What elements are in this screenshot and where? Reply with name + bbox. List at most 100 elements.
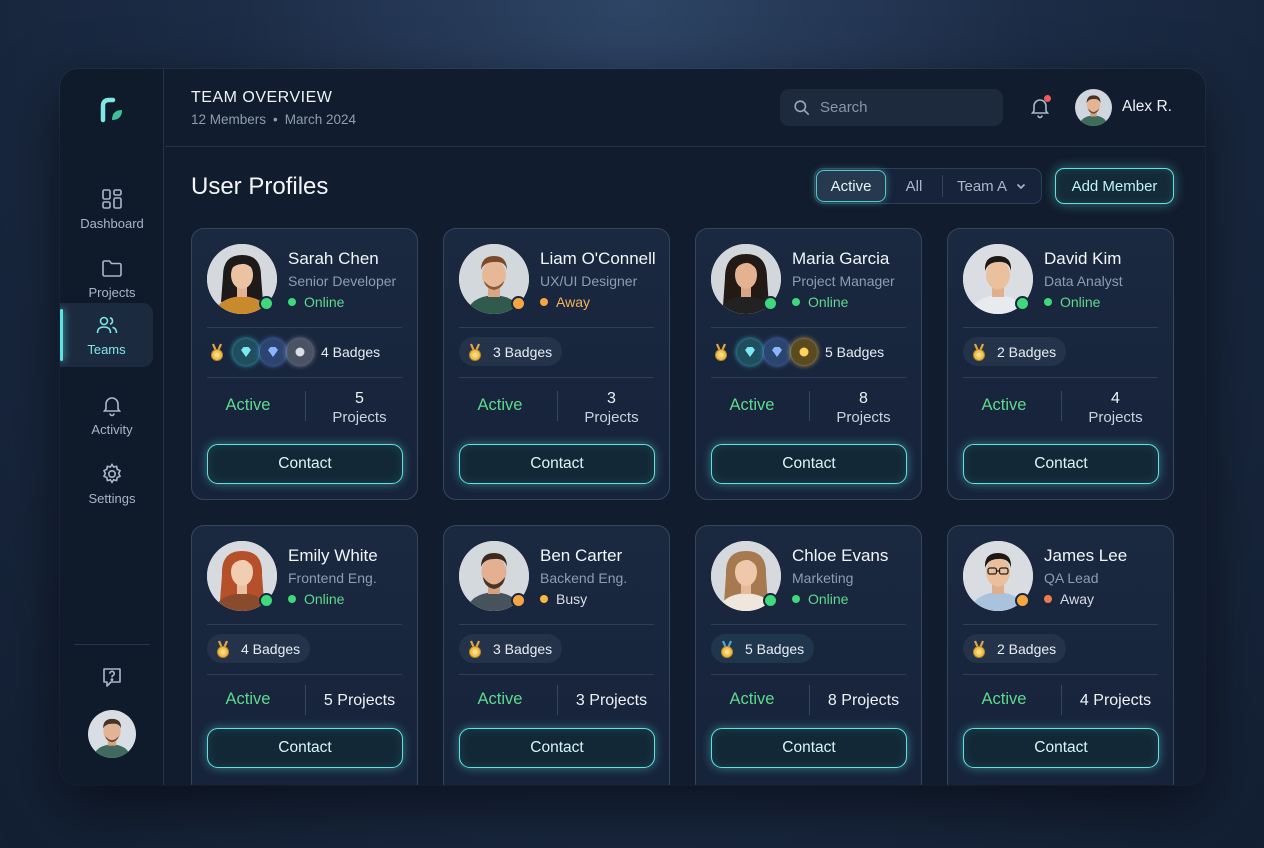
folder-icon	[102, 260, 122, 277]
badges-pill[interactable]: 3 Badges	[459, 337, 563, 366]
help-icon[interactable]	[100, 665, 124, 689]
badges-count: 3 Badges	[493, 343, 553, 360]
activity-status: Active	[729, 396, 775, 414]
status-indicator	[288, 298, 296, 306]
sidebar-item-dashboard[interactable]: Dashboard	[60, 177, 164, 241]
search-input[interactable]	[820, 99, 980, 116]
contact-button[interactable]: Contact	[207, 444, 403, 484]
user-avatar[interactable]	[1075, 89, 1112, 126]
card-divider	[207, 674, 402, 675]
separator-dot: •	[273, 112, 278, 127]
activity-status: Active	[225, 396, 271, 414]
medal-icon	[972, 639, 986, 659]
status-label: Away	[1060, 591, 1094, 607]
projects-stat: 5 Projects	[323, 692, 396, 709]
sidebar-item-projects[interactable]: Projects	[60, 246, 164, 310]
notifications-button[interactable]	[1028, 95, 1052, 119]
sidebar-item-label: Projects	[88, 285, 136, 300]
profile-card: Maria Garcia Project Manager Online 5 Ba…	[695, 228, 922, 500]
profile-role: Project Manager	[792, 273, 895, 289]
card-divider	[711, 674, 906, 675]
sidebar-item-activity[interactable]: Activity	[60, 383, 164, 447]
card-divider	[963, 624, 1158, 625]
stat-divider	[305, 391, 306, 421]
card-divider	[711, 377, 906, 378]
profile-status: Away	[1044, 591, 1094, 607]
status-indicator	[1044, 595, 1052, 603]
sidebar: Dashboard Projects Teams Activity Settin…	[60, 69, 164, 785]
contact-button[interactable]: Contact	[711, 444, 907, 484]
sidebar-item-label: Activity	[91, 422, 133, 437]
profile-status: Online	[792, 591, 848, 607]
profile-role: Data Analyst	[1044, 273, 1123, 289]
badges-pill[interactable]: 2 Badges	[963, 337, 1067, 366]
contact-button[interactable]: Contact	[207, 728, 403, 768]
avatar-portrait	[88, 710, 136, 758]
app-logo-icon[interactable]	[98, 96, 126, 124]
sidebar-item-settings[interactable]: Settings	[60, 452, 164, 516]
contact-button[interactable]: Contact	[711, 728, 907, 768]
gold-badge-icon	[791, 338, 817, 365]
status-label: Online	[808, 294, 849, 310]
contact-button[interactable]: Contact	[459, 444, 655, 484]
profile-status: Online	[792, 294, 848, 310]
projects-stat: 8 Projects	[827, 692, 900, 709]
badges-pill[interactable]: 5 Badges	[711, 634, 815, 663]
medal-icon	[972, 342, 986, 362]
profile-status: Busy	[540, 591, 587, 607]
profile-name: Ben Carter	[540, 546, 623, 565]
card-divider	[963, 377, 1158, 378]
stat-divider	[557, 685, 558, 715]
status-label: Online	[808, 591, 849, 607]
projects-stat: 3 Projects	[575, 692, 648, 709]
profile-card: James Lee QA Lead Away 2 Badges Active 4…	[947, 525, 1174, 785]
badges-count: 3 Badges	[493, 640, 553, 657]
page-section-title: TEAM OVERVIEW	[191, 89, 333, 106]
away-status-dot	[1015, 593, 1030, 608]
user-name[interactable]: Alex R.	[1122, 98, 1172, 116]
diamond-badge-icon	[260, 338, 286, 365]
add-member-button[interactable]: Add Member	[1055, 168, 1174, 204]
search-icon	[794, 100, 810, 116]
crystal-badge-icon	[287, 338, 313, 365]
profile-status: Online	[1044, 294, 1100, 310]
stat-divider	[809, 685, 810, 715]
filter-all-button[interactable]: All	[886, 169, 942, 203]
notification-dot	[1044, 95, 1051, 102]
sidebar-divider	[74, 644, 150, 645]
sidebar-item-label: Settings	[88, 491, 136, 506]
badges-row[interactable]: 4 Badges	[207, 337, 380, 366]
badges-pill[interactable]: 4 Badges	[207, 634, 311, 663]
status-indicator	[540, 595, 548, 603]
projects-stat: 8 Projects	[816, 389, 911, 427]
profile-card: Chloe Evans Marketing Online 5 Badges Ac…	[695, 525, 922, 785]
contact-button[interactable]: Contact	[459, 728, 655, 768]
sidebar-item-teams[interactable]: Teams	[60, 303, 153, 367]
profile-card: David Kim Data Analyst Online 2 Badges A…	[947, 228, 1174, 500]
card-divider	[207, 377, 402, 378]
projects-count: 8	[859, 390, 868, 407]
sidebar-item-label: Dashboard	[80, 216, 144, 231]
search-box[interactable]	[780, 89, 1003, 126]
profile-name: Emily White	[288, 546, 378, 565]
projects-count: 4	[1111, 390, 1120, 407]
filter-active-button[interactable]: Active	[816, 170, 886, 202]
online-status-dot	[259, 593, 274, 608]
profile-name: Sarah Chen	[288, 249, 379, 268]
profile-status: Online	[288, 591, 344, 607]
activity-status: Active	[477, 396, 523, 414]
team-select[interactable]: Team A	[943, 169, 1041, 203]
activity-status: Active	[981, 690, 1027, 708]
app-window: Dashboard Projects Teams Activity Settin…	[60, 69, 1205, 785]
badges-pill[interactable]: 3 Badges	[459, 634, 563, 663]
badges-pill[interactable]: 2 Badges	[963, 634, 1067, 663]
card-divider	[711, 327, 906, 328]
badges-row[interactable]: 5 Badges	[711, 337, 884, 366]
contact-button[interactable]: Contact	[963, 444, 1159, 484]
activity-status: Active	[225, 690, 271, 708]
bell-icon	[102, 397, 122, 417]
contact-button[interactable]: Contact	[963, 728, 1159, 768]
current-user-avatar[interactable]	[88, 710, 136, 758]
status-label: Away	[556, 294, 590, 310]
card-divider	[207, 327, 402, 328]
